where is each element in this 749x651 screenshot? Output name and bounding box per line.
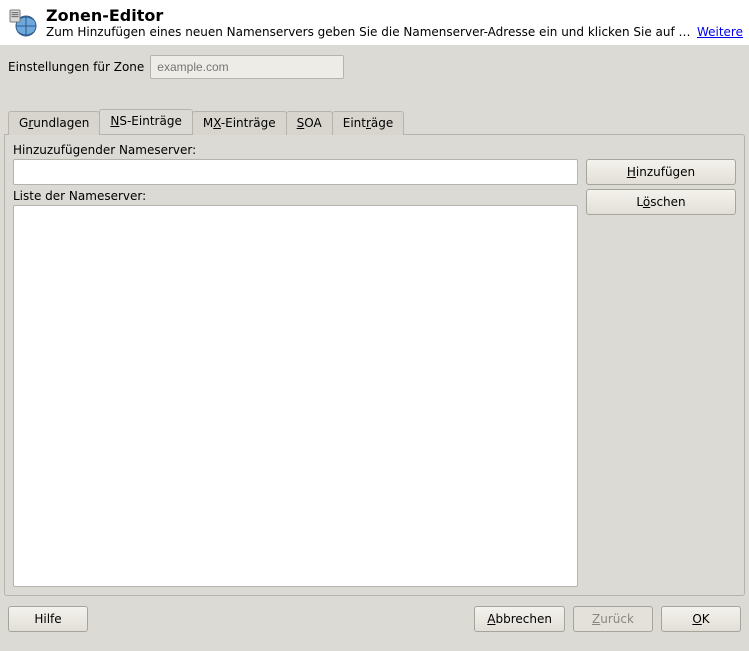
more-link[interactable]: Weitere <box>697 25 743 39</box>
settings-row: Einstellungen für Zone <box>0 45 749 79</box>
help-button[interactable]: Hilfe <box>8 606 88 632</box>
tab-panel-ns: Hinzuzufügender Nameserver: Hinzufügen L… <box>4 134 745 596</box>
tab-bar: Grundlagen NS-Einträge MX-Einträge SOA E… <box>4 109 745 134</box>
tab-ns-eintraege[interactable]: NS-Einträge <box>99 109 192 134</box>
tab-grundlagen[interactable]: Grundlagen <box>8 111 100 135</box>
zone-name-input <box>150 55 344 79</box>
add-nameserver-label: Hinzuzufügender Nameserver: <box>13 143 736 157</box>
ok-button[interactable]: OK <box>661 606 741 632</box>
page-title: Zonen-Editor <box>46 6 743 25</box>
nameserver-list[interactable] <box>13 205 578 587</box>
add-nameserver-input[interactable] <box>13 159 578 185</box>
add-button[interactable]: Hinzufügen <box>586 159 736 185</box>
footer: Hilfe Abbrechen Zurück OK <box>0 596 749 644</box>
nameserver-list-label: Liste der Nameserver: <box>13 189 578 203</box>
back-button: Zurück <box>573 606 653 632</box>
header: Zonen-Editor Zum Hinzufügen eines neuen … <box>0 0 749 45</box>
tab-soa[interactable]: SOA <box>286 111 333 135</box>
tab-eintraege[interactable]: Einträge <box>332 111 405 135</box>
tab-mx-eintraege[interactable]: MX-Einträge <box>192 111 287 135</box>
app-icon <box>6 6 38 38</box>
page-subtitle: Zum Hinzufügen eines neuen Namenservers … <box>46 25 691 39</box>
delete-button[interactable]: Löschen <box>586 189 736 215</box>
cancel-button[interactable]: Abbrechen <box>474 606 565 632</box>
settings-label: Einstellungen für Zone <box>8 60 144 74</box>
